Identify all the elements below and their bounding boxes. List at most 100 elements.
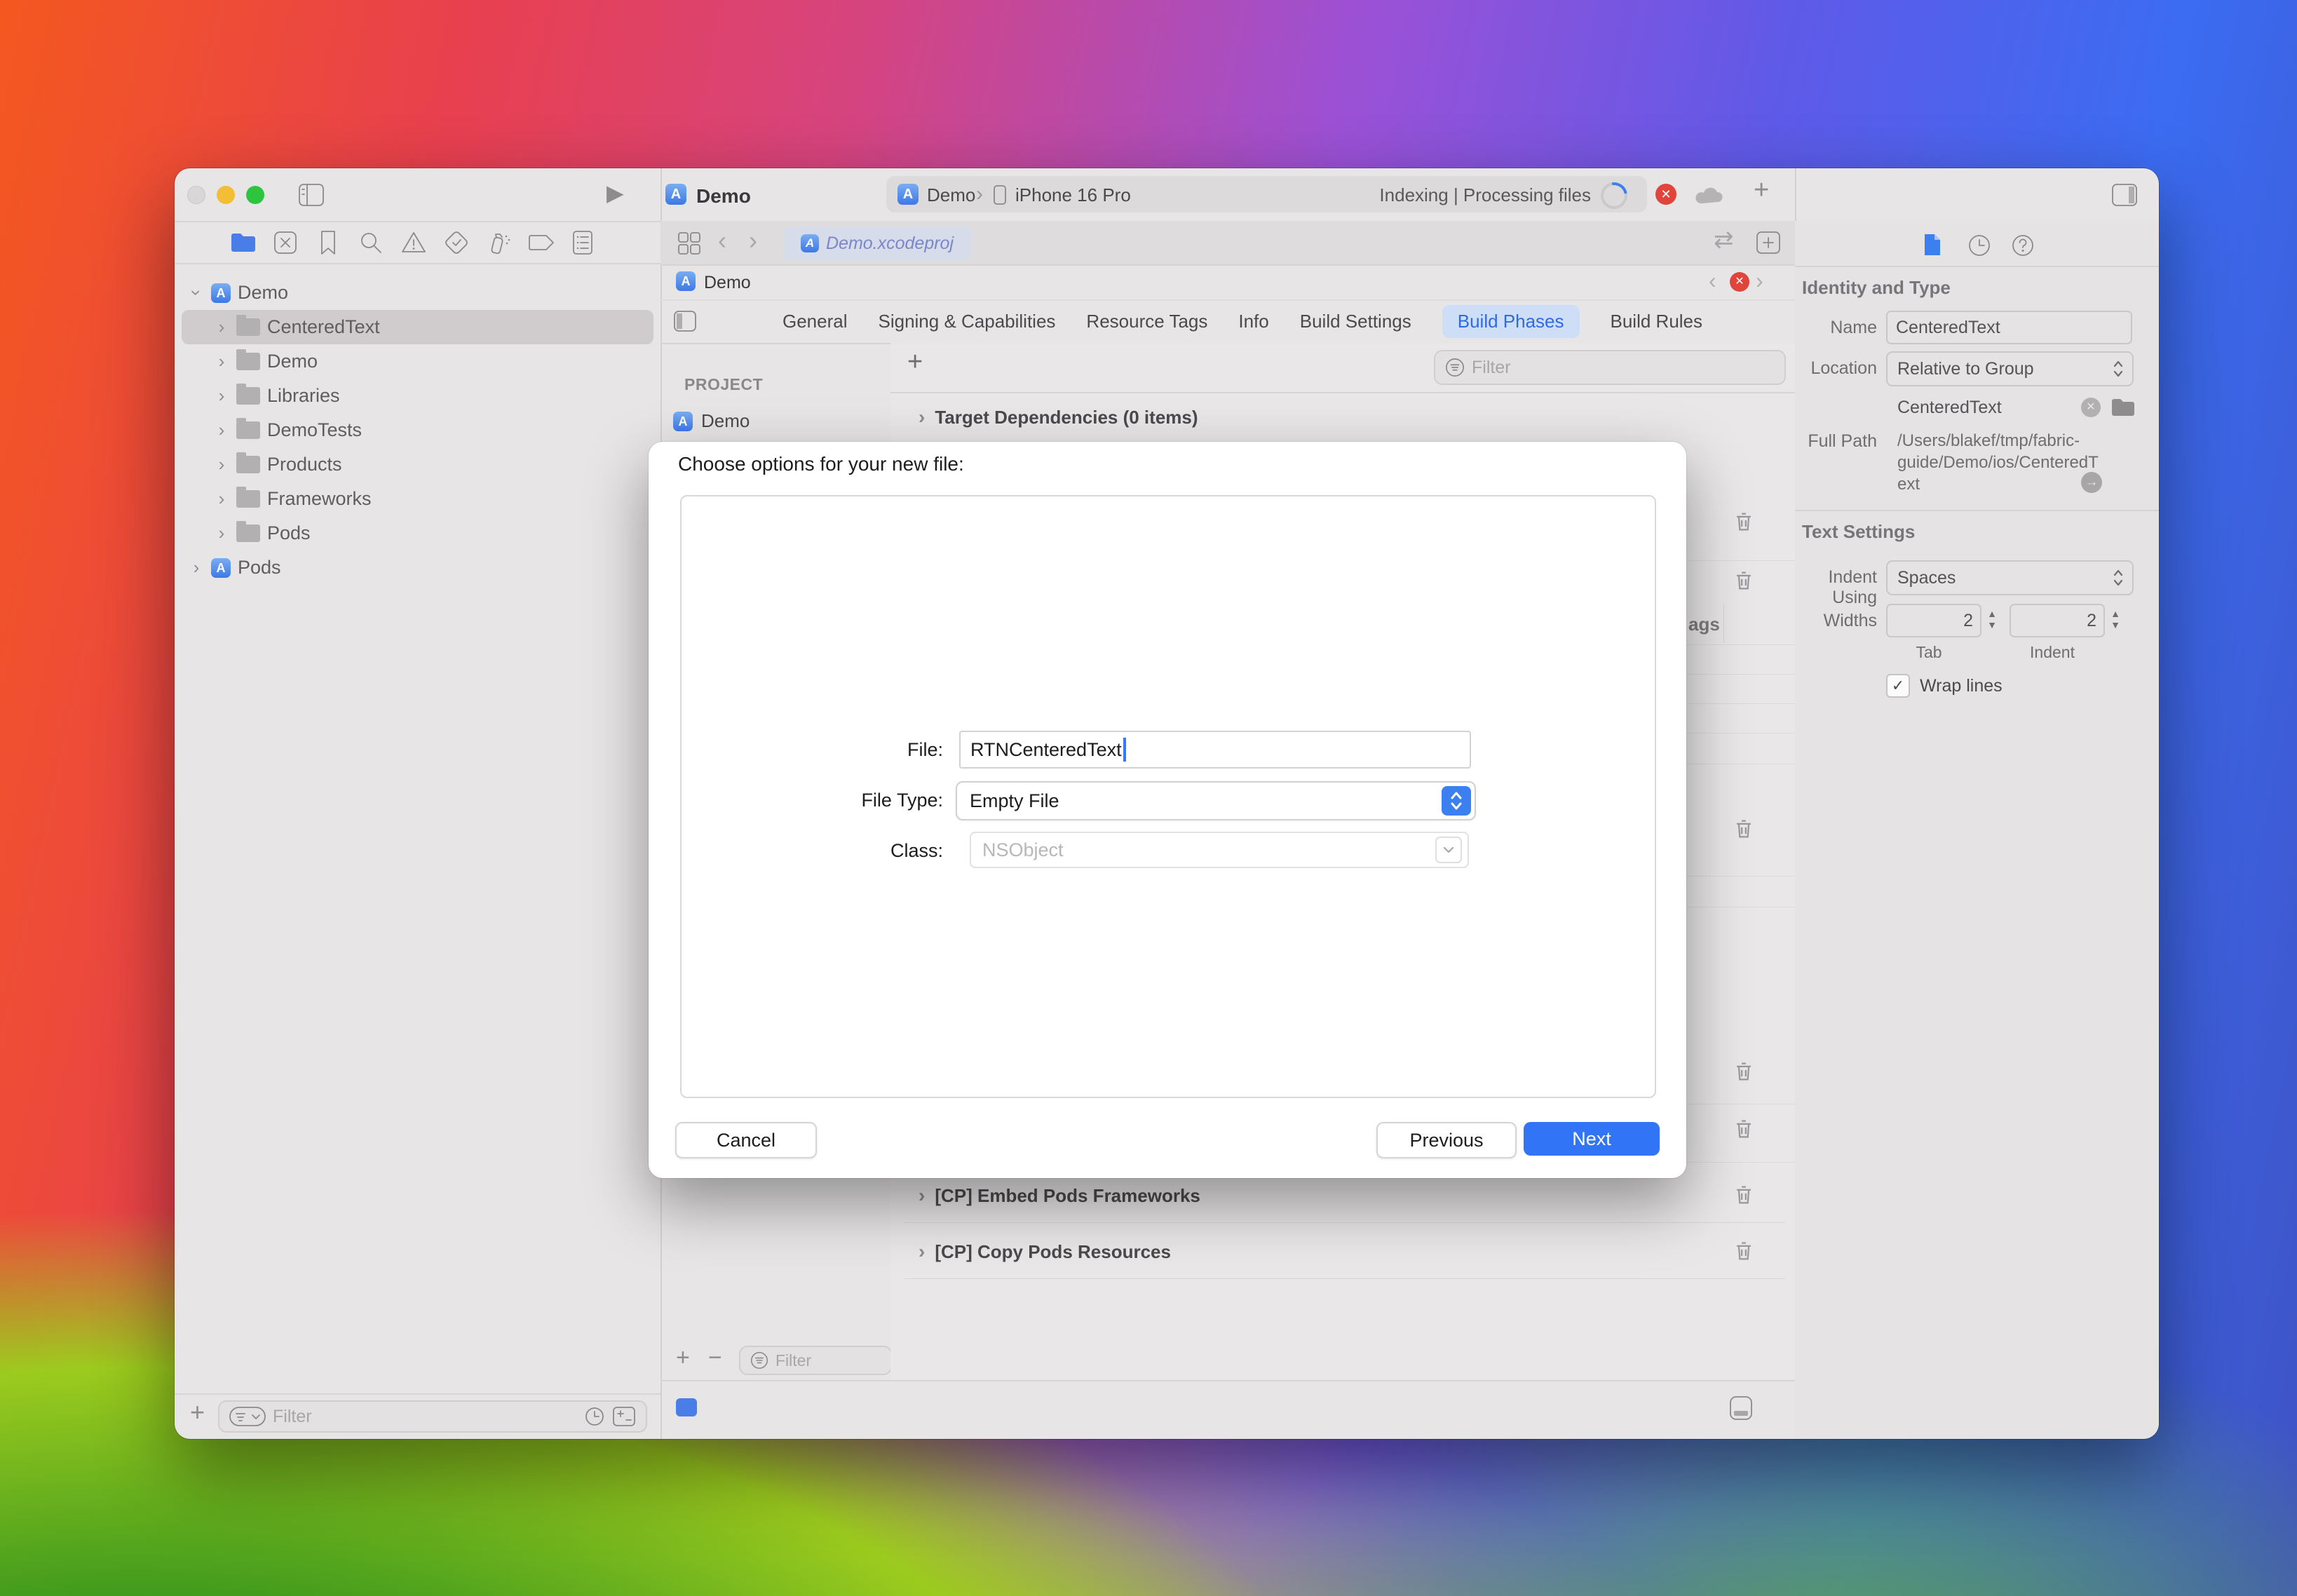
issues-navigator-icon[interactable] xyxy=(400,230,427,259)
bookmarks-navigator-icon[interactable] xyxy=(318,229,339,259)
close-button[interactable] xyxy=(187,186,205,204)
tab-info[interactable]: Info xyxy=(1238,311,1268,332)
tree-row-libraries[interactable]: › Libraries xyxy=(175,379,660,413)
tree-row-frameworks[interactable]: › Frameworks xyxy=(175,482,660,516)
phase-row-target-dependencies[interactable]: › Target Dependencies (0 items) xyxy=(919,400,1198,434)
disclosure-closed-icon[interactable]: › xyxy=(210,316,233,338)
error-count-badge[interactable]: ✕ xyxy=(1655,184,1676,205)
tab-signing-capabilities[interactable]: Signing & Capabilities xyxy=(878,311,1055,332)
tab-build-settings[interactable]: Build Settings xyxy=(1300,311,1411,332)
reports-navigator-icon[interactable] xyxy=(571,229,594,259)
file-tab-demo-xcodeproj[interactable]: A Demo.xcodeproj xyxy=(783,226,971,260)
add-file-button[interactable]: + xyxy=(190,1402,205,1423)
scheme-device[interactable]: iPhone 16 Pro xyxy=(1015,184,1131,206)
history-inspector-icon[interactable] xyxy=(1967,234,1991,261)
related-items-grid-icon[interactable] xyxy=(677,231,701,259)
project-list-item-demo[interactable]: A Demo xyxy=(673,410,750,432)
tab-general[interactable]: General xyxy=(782,311,848,332)
remove-target-button[interactable]: − xyxy=(708,1347,722,1368)
cloud-icon[interactable] xyxy=(1695,185,1724,210)
cancel-button[interactable]: Cancel xyxy=(675,1122,817,1158)
recent-filter-clock-icon[interactable] xyxy=(584,1406,605,1427)
disclosure-closed-icon[interactable]: › xyxy=(210,385,233,407)
build-status-text[interactable]: Indexing | Processing files xyxy=(1379,184,1591,206)
choose-folder-icon[interactable] xyxy=(2110,398,2136,421)
inspector-toggle-icon[interactable] xyxy=(2111,182,2138,211)
class-combobox[interactable]: NSObject xyxy=(970,832,1469,868)
phase-row-copy-pods[interactable]: › [CP] Copy Pods Resources xyxy=(919,1235,1171,1269)
filter-options-icon[interactable] xyxy=(229,1407,266,1426)
delete-phase-icon[interactable] xyxy=(1732,510,1756,534)
issue-error-badge[interactable]: ✕ xyxy=(1730,272,1749,292)
tree-row-pods-group[interactable]: › Pods xyxy=(175,516,660,550)
forward-button[interactable]: › xyxy=(749,230,757,251)
navigator-filter-field[interactable]: Filter xyxy=(218,1400,647,1433)
tree-row-products[interactable]: › Products xyxy=(175,447,660,482)
disclosure-open-icon[interactable]: › xyxy=(186,281,208,305)
add-build-phase-button[interactable]: + xyxy=(907,351,923,372)
add-editor-plus-icon[interactable]: + xyxy=(1754,180,1769,201)
project-navigator-icon[interactable] xyxy=(229,231,257,257)
help-inspector-icon[interactable] xyxy=(2011,234,2035,261)
run-destination-icon[interactable] xyxy=(676,1398,697,1416)
tab-resource-tags[interactable]: Resource Tags xyxy=(1086,311,1207,332)
tree-row-demo-group[interactable]: › Demo xyxy=(175,344,660,379)
breadcrumb[interactable]: Demo xyxy=(704,273,751,293)
previous-button[interactable]: Previous xyxy=(1376,1122,1517,1158)
source-control-navigator-icon[interactable] xyxy=(273,230,298,259)
plus-minus-filter-icon[interactable] xyxy=(612,1406,636,1427)
clear-file-reference-icon[interactable]: ✕ xyxy=(2081,398,2101,417)
tree-row-pods-project[interactable]: › A Pods xyxy=(175,550,660,585)
disclosure-closed-icon[interactable]: › xyxy=(919,1185,925,1206)
project-list-filter-field[interactable]: Filter xyxy=(739,1346,892,1375)
open-path-arrow-icon[interactable]: → xyxy=(2081,472,2102,493)
breakpoints-navigator-icon[interactable] xyxy=(528,233,556,256)
delete-phase-icon[interactable] xyxy=(1732,569,1756,593)
indent-using-popup[interactable]: Spaces xyxy=(1886,560,2134,595)
delete-phase-icon[interactable] xyxy=(1732,1060,1756,1083)
delete-phase-icon[interactable] xyxy=(1732,1239,1756,1263)
scheme-target[interactable]: Demo xyxy=(927,184,975,206)
code-review-swap-icon[interactable]: ⇄ xyxy=(1714,229,1734,250)
tree-row-demotests[interactable]: › DemoTests xyxy=(175,413,660,447)
file-type-popup[interactable]: Empty File xyxy=(956,781,1476,820)
disclosure-closed-icon[interactable]: › xyxy=(919,407,925,428)
wrap-lines-checkbox[interactable]: ✓ xyxy=(1886,674,1910,698)
file-name-input[interactable]: RTNCenteredText xyxy=(959,731,1471,769)
build-phase-filter-field[interactable]: Filter xyxy=(1434,350,1786,385)
back-button[interactable]: ‹ xyxy=(718,230,726,251)
phase-row-embed-pods[interactable]: › [CP] Embed Pods Frameworks xyxy=(919,1179,1200,1212)
add-editor-split-icon[interactable] xyxy=(1756,231,1781,258)
disclosure-closed-icon[interactable]: › xyxy=(210,419,233,441)
hide-debug-area-icon[interactable] xyxy=(1728,1394,1754,1426)
tests-navigator-icon[interactable] xyxy=(444,230,469,259)
file-inspector-icon[interactable] xyxy=(1923,232,1942,261)
editor-sidebar-toggle-icon[interactable] xyxy=(673,310,697,336)
tab-build-phases[interactable]: Build Phases xyxy=(1442,305,1580,338)
find-navigator-icon[interactable] xyxy=(358,230,384,259)
disclosure-closed-icon[interactable]: › xyxy=(210,522,233,544)
delete-phase-icon[interactable] xyxy=(1732,817,1756,841)
tab-width-stepper[interactable]: ▲▼ xyxy=(1983,604,2001,635)
tree-row-centeredtext[interactable]: › CenteredText xyxy=(182,310,653,344)
zoom-button[interactable] xyxy=(246,186,264,204)
disclosure-closed-icon[interactable]: › xyxy=(210,488,233,510)
indent-width-field[interactable]: 2 xyxy=(2010,604,2105,637)
disclosure-closed-icon[interactable]: › xyxy=(184,557,208,579)
disclosure-closed-icon[interactable]: › xyxy=(210,454,233,475)
sidebar-toggle-icon[interactable] xyxy=(298,182,325,211)
minimize-button[interactable] xyxy=(217,186,235,204)
issue-forward-button[interactable]: › xyxy=(1756,270,1763,291)
debug-navigator-icon[interactable] xyxy=(487,229,513,259)
tab-build-rules[interactable]: Build Rules xyxy=(1611,311,1703,332)
add-target-button[interactable]: + xyxy=(676,1347,690,1368)
delete-phase-icon[interactable] xyxy=(1732,1117,1756,1141)
indent-width-stepper[interactable]: ▲▼ xyxy=(2106,604,2125,635)
disclosure-closed-icon[interactable]: › xyxy=(919,1241,925,1262)
tab-width-field[interactable]: 2 xyxy=(1886,604,1981,637)
delete-phase-icon[interactable] xyxy=(1732,1183,1756,1207)
name-field[interactable]: CenteredText xyxy=(1886,311,2132,344)
location-popup[interactable]: Relative to Group xyxy=(1886,351,2134,386)
next-button[interactable]: Next xyxy=(1524,1122,1660,1156)
disclosure-closed-icon[interactable]: › xyxy=(210,351,233,372)
